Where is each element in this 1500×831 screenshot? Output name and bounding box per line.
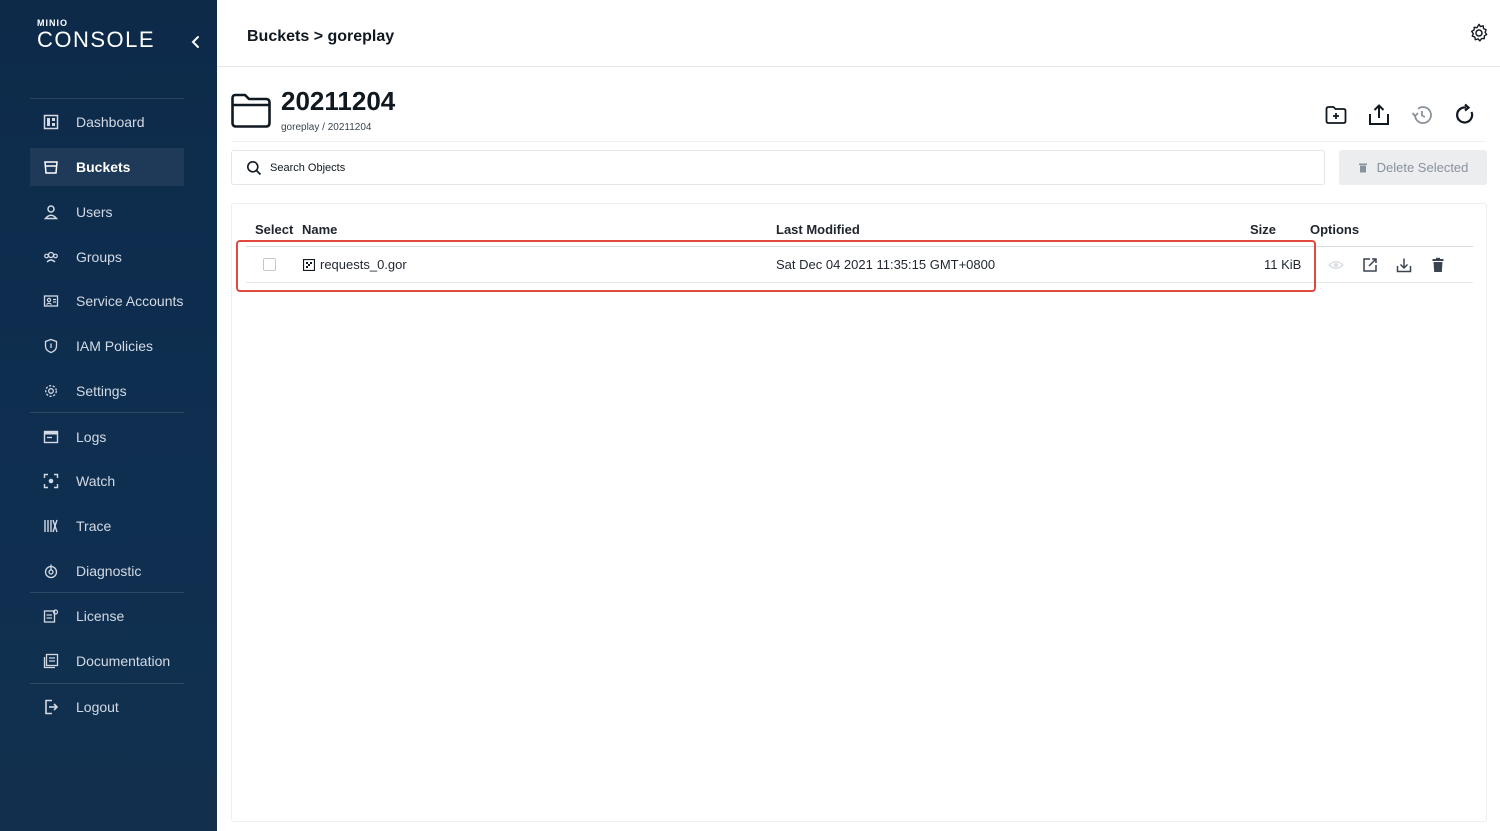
sidebar-item-label: Logout <box>76 699 119 715</box>
search-icon <box>247 160 262 175</box>
folder-icon <box>230 92 272 130</box>
sidebar-item-label: IAM Policies <box>76 338 154 354</box>
nav-divider <box>30 98 184 99</box>
preview-button[interactable] <box>1327 256 1345 274</box>
sidebar-item-settings[interactable]: Settings <box>30 372 184 410</box>
sidebar-item-service-accounts[interactable]: Service Accounts <box>30 282 184 320</box>
new-folder-button[interactable] <box>1323 102 1349 128</box>
refresh-icon <box>1456 103 1474 124</box>
refresh-button[interactable] <box>1452 102 1478 128</box>
nav-divider <box>30 592 184 593</box>
watch-icon <box>42 472 60 490</box>
collapse-sidebar-button[interactable] <box>186 32 204 52</box>
sidebar-item-buckets[interactable]: Buckets <box>30 148 184 186</box>
sidebar-item-trace[interactable]: Trace <box>30 507 184 545</box>
sidebar-item-logout[interactable]: Logout <box>30 688 184 726</box>
column-header-name[interactable]: Name <box>302 222 337 237</box>
folder-path: goreplay / 20211204 <box>281 122 372 133</box>
header-bar: Buckets > goreplay <box>217 0 1500 67</box>
sidebar-item-users[interactable]: Users <box>30 193 184 231</box>
dashboard-icon <box>42 113 60 131</box>
license-icon <box>42 607 60 625</box>
sidebar-item-label: Groups <box>76 249 122 265</box>
objects-table <box>231 203 1487 822</box>
sidebar-item-groups[interactable]: Groups <box>30 238 184 276</box>
download-button[interactable] <box>1395 256 1413 274</box>
download-icon <box>1396 258 1412 273</box>
sidebar-item-iam-policies[interactable]: IAM Policies <box>30 327 184 365</box>
column-header-size[interactable]: Size <box>1250 222 1276 237</box>
sidebar-item-label: Users <box>76 204 113 220</box>
sidebar-item-label: Diagnostic <box>76 563 142 579</box>
groups-icon <box>42 248 60 266</box>
chevron-left-icon <box>191 36 199 48</box>
column-header-last-modified[interactable]: Last Modified <box>776 222 860 237</box>
logout-icon <box>42 698 60 716</box>
trace-icon <box>42 517 60 535</box>
search-input[interactable] <box>270 161 1170 174</box>
sidebar-item-label: Settings <box>76 383 127 399</box>
sidebar-item-label: Documentation <box>76 653 171 669</box>
sidebar-item-watch[interactable]: Watch <box>30 462 184 500</box>
rewind-button[interactable] <box>1409 102 1435 128</box>
column-header-select: Select <box>255 222 294 237</box>
sidebar: MINIO CONSOLE Dashboard Buckets Users Gr… <box>0 0 217 831</box>
sidebar-item-diagnostic[interactable]: Diagnostic <box>30 552 184 590</box>
settings-button[interactable] <box>1468 22 1490 44</box>
delete-object-button[interactable] <box>1429 256 1447 274</box>
diagnostic-icon <box>42 562 60 580</box>
user-icon <box>42 203 60 221</box>
sidebar-item-label: Watch <box>76 473 116 489</box>
upload-button[interactable] <box>1366 102 1392 128</box>
sidebar-item-label: Service Accounts <box>76 293 184 309</box>
sidebar-item-dashboard[interactable]: Dashboard <box>30 103 184 141</box>
app-logo: MINIO CONSOLE <box>37 18 155 52</box>
trash-icon <box>1432 257 1444 272</box>
search-box[interactable] <box>231 150 1325 185</box>
documentation-icon <box>42 652 60 670</box>
sidebar-item-license[interactable]: License <box>30 597 184 635</box>
logs-icon <box>42 428 60 446</box>
share-icon <box>1363 258 1377 272</box>
create-folder-icon <box>1325 106 1347 124</box>
sidebar-item-logs[interactable]: Logs <box>30 418 184 456</box>
header-divider <box>231 141 1486 142</box>
bucket-icon <box>42 158 60 176</box>
sidebar-item-documentation[interactable]: Documentation <box>30 642 184 680</box>
delete-selected-button[interactable]: Delete Selected <box>1339 150 1487 185</box>
nav-divider <box>30 412 184 413</box>
nav-divider <box>30 683 184 684</box>
gear-icon <box>1470 23 1488 42</box>
shield-icon <box>42 337 60 355</box>
history-icon <box>1411 106 1432 124</box>
logo-main-text: CONSOLE <box>37 27 156 52</box>
eye-icon <box>1328 261 1344 269</box>
sidebar-item-label: Buckets <box>76 159 131 175</box>
column-header-options: Options <box>1310 222 1360 237</box>
gear-icon <box>42 382 60 400</box>
upload-icon <box>1369 104 1389 125</box>
sidebar-item-label: License <box>76 608 125 624</box>
share-button[interactable] <box>1361 256 1379 274</box>
sidebar-item-label: Logs <box>76 429 107 445</box>
sidebar-item-label: Trace <box>76 518 112 534</box>
sidebar-item-label: Dashboard <box>76 114 145 130</box>
service-accounts-icon <box>42 292 60 310</box>
page-title: 20211204 <box>281 86 396 116</box>
highlight-annotation <box>236 240 1316 292</box>
trash-icon <box>1358 163 1367 172</box>
breadcrumb[interactable]: Buckets > goreplay <box>247 28 394 46</box>
delete-selected-label: Delete Selected <box>1376 160 1469 175</box>
